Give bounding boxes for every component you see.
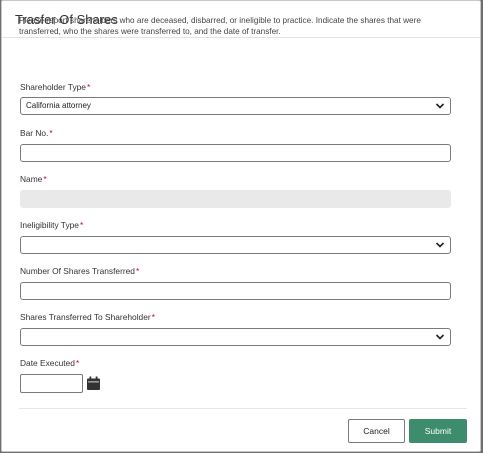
footer-divider xyxy=(19,408,467,409)
bar-no-input[interactable] xyxy=(20,144,451,162)
transferred-to-label: Shares Transferred To Shareholder* xyxy=(20,312,155,322)
required-marker: * xyxy=(86,82,91,92)
required-marker: * xyxy=(135,266,140,276)
shareholder-type-value: California attorney xyxy=(26,101,91,110)
instructions-text: Please report shareholders who are decea… xyxy=(19,16,421,36)
date-executed-label: Date Executed* xyxy=(20,358,80,368)
ineligibility-type-select[interactable] xyxy=(20,236,451,254)
required-marker: * xyxy=(75,358,80,368)
chevron-down-icon xyxy=(435,242,445,248)
shareholder-type-select[interactable]: California attorney xyxy=(20,97,451,115)
chevron-down-icon xyxy=(435,103,445,109)
chevron-down-icon xyxy=(435,334,445,340)
required-marker: * xyxy=(43,174,47,184)
date-executed-input[interactable] xyxy=(20,374,83,393)
transferred-to-select[interactable] xyxy=(20,328,451,346)
name-input xyxy=(20,190,451,208)
calendar-icon[interactable] xyxy=(86,376,101,391)
shares-transferred-input[interactable] xyxy=(20,282,451,300)
cancel-button[interactable]: Cancel xyxy=(348,419,405,443)
required-marker: * xyxy=(79,220,84,230)
bar-no-label: Bar No.* xyxy=(20,128,53,138)
name-label: Name* xyxy=(20,174,47,184)
submit-button[interactable]: Submit xyxy=(409,419,467,443)
required-marker: * xyxy=(151,312,155,322)
transfer-of-shares-dialog: Trasfer Of Shares Please report sharehol… xyxy=(1,0,481,452)
shares-transferred-label: Number Of Shares Transferred* xyxy=(20,266,140,276)
required-marker: * xyxy=(49,128,53,138)
shareholder-type-label: Shareholder Type* xyxy=(20,82,91,92)
ineligibility-type-label: Ineligibility Type* xyxy=(20,220,84,230)
